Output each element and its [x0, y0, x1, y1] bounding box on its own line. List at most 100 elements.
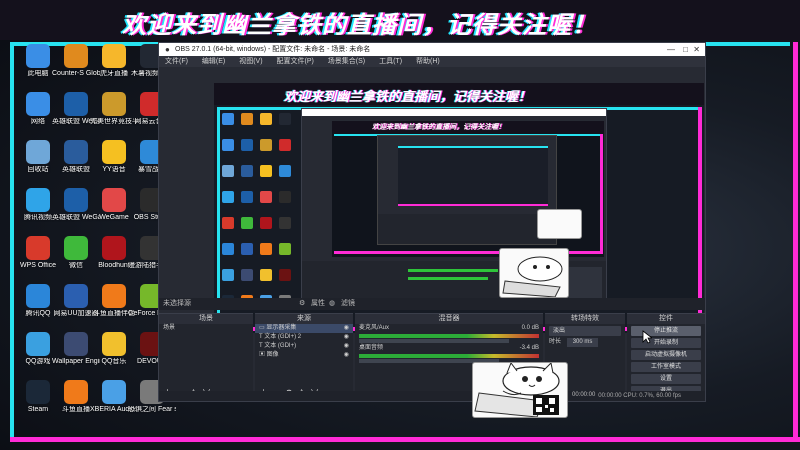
- app-icon: [26, 44, 50, 68]
- app-icon: [102, 236, 126, 260]
- source-label: 图像: [266, 352, 279, 358]
- preview-desktop-icon: [241, 113, 253, 125]
- mixer-panel-title: 混音器: [355, 314, 543, 324]
- recursive-preview: 欢迎来到幽兰拿铁的直播间，记得关注喔！ 欢迎来到幽兰拿铁的直播间，记得关注喔！: [214, 83, 704, 333]
- menu-help[interactable]: 帮助(H): [416, 58, 440, 65]
- source-item-image[interactable]: ▣ 图像 ◉: [255, 351, 353, 360]
- mixer-track-name: 麦克风/Aux: [359, 325, 390, 331]
- preview-desktop-icon: [260, 269, 272, 281]
- duration-input[interactable]: 300 ms: [566, 338, 599, 347]
- deep-banner: 欢迎来到幽兰拿铁的直播间，记得关注喔！: [332, 121, 604, 133]
- obs-menubar: 文件(F) 编辑(E) 视图(V) 配置文件(P) 场景集合(S) 工具(T) …: [159, 56, 705, 67]
- app-icon: [26, 236, 50, 260]
- preview-desktop-icon: [222, 217, 234, 229]
- visibility-eye-icon[interactable]: ◉: [344, 324, 349, 333]
- menu-view[interactable]: 视图(V): [239, 58, 262, 65]
- app-icon: [64, 92, 88, 116]
- welcome-banner-text: 欢迎来到幽兰拿铁的直播间，记得关注喔！: [122, 11, 597, 39]
- mixer-track-name: 桌面音频: [359, 345, 384, 351]
- preview-desktop-icon: [260, 165, 272, 177]
- preview-desktop-icon: [222, 191, 234, 203]
- duration-label: 时长: [549, 339, 562, 345]
- mixer-track-db: -3.4 dB: [519, 345, 539, 351]
- app-icon: [102, 188, 126, 212]
- scenes-panel: 场景 场景 ＋－∧∨: [159, 313, 253, 401]
- cat-sticker-drawing: [474, 363, 560, 417]
- source-item-text-2[interactable]: T 文本 (GDI+) 2 ◉: [255, 333, 353, 342]
- menu-profile[interactable]: 配置文件(P): [277, 58, 314, 65]
- source-label: 文本 (GDI+) 2: [264, 334, 302, 340]
- overlay-frame-right: [793, 42, 798, 442]
- menu-scene-collection[interactable]: 场景集合(S): [328, 58, 365, 65]
- preview-desktop-icon: [241, 217, 253, 229]
- obs-titlebar[interactable]: OBS 27.0.1 (64-bit, windows) - 配置文件: 未命名…: [159, 43, 705, 56]
- close-icon[interactable]: ✕: [693, 43, 700, 56]
- stream-overlay-canvas: 欢迎来到幽兰拿铁的直播间，记得关注喔！ 此电脑Counter-S Global …: [0, 0, 800, 450]
- preview-desktop-icon: [260, 217, 272, 229]
- source-item-text[interactable]: T 文本 (GDI+) ◉: [255, 342, 353, 351]
- minimize-icon[interactable]: —: [667, 43, 675, 56]
- properties-button[interactable]: 属性: [311, 298, 325, 310]
- deep-banner-text: 欢迎来到幽兰拿铁的直播间，记得关注喔！: [372, 123, 505, 131]
- app-icon: [102, 380, 126, 404]
- menu-file[interactable]: 文件(F): [165, 58, 188, 65]
- mic-volume-slider[interactable]: [359, 339, 509, 343]
- scene-item[interactable]: 场景: [159, 324, 253, 333]
- source-item-display-capture[interactable]: ▭ 显示器采集 ◉: [255, 324, 353, 333]
- app-icon: [64, 188, 88, 212]
- sources-panel-title: 来源: [255, 314, 353, 324]
- gear-icon[interactable]: ⚙: [299, 298, 305, 310]
- app-icon: [64, 332, 88, 356]
- visibility-eye-icon[interactable]: ◉: [344, 342, 349, 351]
- app-icon: [26, 188, 50, 212]
- menu-edit[interactable]: 编辑(E): [202, 58, 225, 65]
- visibility-eye-icon[interactable]: ◉: [344, 351, 349, 360]
- source-label: 显示器采集: [266, 325, 297, 331]
- app-icon: [26, 380, 50, 404]
- obs-window[interactable]: OBS 27.0.1 (64-bit, windows) - 配置文件: 未命名…: [158, 42, 706, 402]
- obs-preview[interactable]: 欢迎来到幽兰拿铁的直播间，记得关注喔！ 欢迎来到幽兰拿铁的直播间，记得关注喔！: [214, 83, 704, 333]
- preview-desktop-icon: [222, 165, 234, 177]
- settings-button[interactable]: 设置: [631, 374, 701, 384]
- deeper-panels: [378, 214, 556, 244]
- preview-desktop-icon: [241, 139, 253, 151]
- preview-desktop-icon: [279, 191, 291, 203]
- app-icon: [26, 284, 50, 308]
- preview-frame-left: [217, 107, 220, 329]
- visibility-eye-icon[interactable]: ◉: [344, 333, 349, 342]
- preview-desktop-icon: [279, 217, 291, 229]
- preview-desktop-icon: [260, 243, 272, 255]
- app-icon: [102, 284, 126, 308]
- filters-button[interactable]: 滤镜: [341, 298, 355, 310]
- mic-level-meter: [359, 334, 539, 338]
- maximize-icon[interactable]: □: [683, 43, 688, 56]
- preview-obs-titlebar: [302, 109, 606, 116]
- deeper-canvas: [398, 146, 548, 206]
- preview-desktop-icon: [279, 269, 291, 281]
- preview-desktop-icon: [241, 165, 253, 177]
- live-time: 00:00:00: [572, 392, 596, 398]
- welcome-banner: 欢迎来到幽兰拿铁的直播间，记得关注喔！: [0, 0, 800, 40]
- studio-mode-button[interactable]: 工作室模式: [631, 362, 701, 372]
- app-icon: [64, 44, 88, 68]
- obs-source-toolbar: 未选择源 ⚙ 属性 ◍ 滤镜: [159, 298, 705, 310]
- filter-icon[interactable]: ◍: [329, 298, 335, 310]
- transition-select[interactable]: 淡出: [549, 326, 621, 336]
- app-icon: [64, 284, 88, 308]
- preview-desktop-icon: [222, 269, 234, 281]
- preview-desktop-icon: [260, 191, 272, 203]
- preview-desktop-icon: [241, 269, 253, 281]
- controls-panel: 控件 停止推流 开始录制 启动虚拟摄像机 工作室模式 设置 退出: [627, 313, 705, 401]
- preview-desktop-icon: [279, 165, 291, 177]
- overlay-frame-bottom: [10, 437, 800, 442]
- app-icon: [26, 332, 50, 356]
- start-virtual-camera-button[interactable]: 启动虚拟摄像机: [631, 350, 701, 360]
- app-icon: [102, 92, 126, 116]
- sources-panel: 来源 ▭ 显示器采集 ◉ T 文本 (GDI+) 2 ◉ T 文本 (GDI+)…: [255, 313, 353, 401]
- preview-banner-text: 欢迎来到幽兰拿铁的直播间，记得关注喔！: [284, 90, 532, 105]
- app-icon: [102, 44, 126, 68]
- source-label: 文本 (GDI+): [264, 343, 297, 349]
- preview-meter-1: [408, 269, 498, 272]
- preview-desktop-icon: [241, 191, 253, 203]
- menu-tools[interactable]: 工具(T): [379, 58, 402, 65]
